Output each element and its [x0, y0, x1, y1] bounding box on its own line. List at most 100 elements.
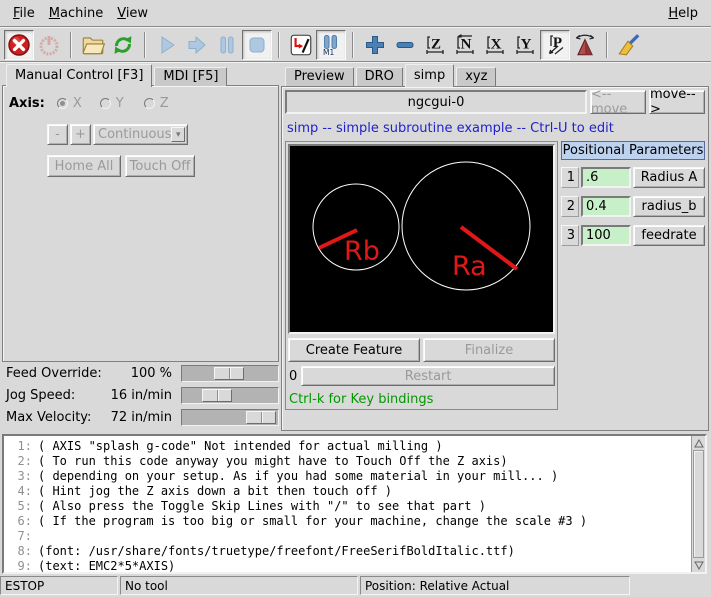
parameter-value-input[interactable]: .6	[581, 167, 631, 188]
gcode-text-area[interactable]: 1: ( AXIS "splash g-code" Not intended fo…	[2, 434, 707, 574]
line-number: 7:	[6, 529, 32, 544]
pause-button[interactable]	[212, 30, 242, 60]
menu-view[interactable]: View	[110, 3, 155, 24]
line-number: 2:	[6, 454, 32, 469]
parameter-number: 1	[561, 167, 579, 188]
axis-radio-y[interactable]: Y	[100, 96, 124, 111]
tab-simp[interactable]: simp	[405, 64, 454, 87]
parameter-name-button[interactable]: feedrate	[633, 225, 705, 246]
left-tabs: Manual Control [F3] MDI [F5]	[2, 63, 279, 86]
jog-plus-button[interactable]: +	[70, 124, 91, 145]
touch-off-button[interactable]: Touch Off	[125, 155, 195, 177]
parameter-name-button[interactable]: radius_b	[633, 196, 705, 217]
max-velocity-slider[interactable]	[181, 409, 279, 426]
gcode-line: 9:(text: EMC2*5*AXIS)	[6, 559, 705, 574]
max-velocity-row: Max Velocity: 72 in/min	[2, 407, 279, 429]
parameter-value-input[interactable]: 0.4	[581, 196, 631, 217]
open-file-button[interactable]	[78, 30, 108, 60]
axis-radio-z[interactable]: Z	[144, 96, 169, 111]
line-number: 1:	[6, 439, 32, 454]
line-number: 4:	[6, 484, 32, 499]
move-right-button[interactable]: move-->	[649, 90, 705, 114]
tab-dro[interactable]: DRO	[356, 67, 403, 86]
slider-thumb[interactable]	[214, 367, 244, 380]
toggle-skip-lines-button[interactable]	[286, 30, 316, 60]
axis-radio-x[interactable]: X	[57, 96, 82, 111]
preview-canvas[interactable]: Rb Ra	[288, 144, 555, 334]
reload-button[interactable]	[108, 30, 138, 60]
jog-speed-slider[interactable]	[181, 387, 279, 404]
parameters-header: Positional Parameters	[561, 141, 705, 160]
ngcgui-instance-field[interactable]: ngcgui-0	[285, 90, 587, 114]
machine-power-icon	[37, 33, 61, 57]
rotate-view-button[interactable]	[570, 30, 600, 60]
slider-thumb[interactable]	[202, 389, 232, 402]
view-x-button[interactable]: X	[480, 30, 510, 60]
finalize-button[interactable]: Finalize	[423, 338, 555, 362]
clear-backplot-button[interactable]	[614, 30, 644, 60]
jog-speed-row: Jog Speed: 16 in/min	[2, 385, 279, 407]
svg-text:Y: Y	[521, 36, 532, 52]
broom-icon	[616, 32, 642, 58]
scroll-up-arrow-icon[interactable]	[692, 436, 705, 450]
zoom-out-button[interactable]	[390, 30, 420, 60]
ngcgui-header: ngcgui-0 <--move move-->	[285, 90, 705, 114]
optional-pause-button[interactable]: M1	[316, 30, 346, 60]
tab-xyz[interactable]: xyz	[456, 67, 496, 86]
view-y-button[interactable]: Y	[510, 30, 540, 60]
scroll-down-arrow-icon[interactable]	[692, 558, 705, 572]
view-z-rotated-button[interactable]: N	[450, 30, 480, 60]
gcode-lines: 1: ( AXIS "splash g-code" Not intended fo…	[4, 436, 705, 574]
parameter-name-button[interactable]: Radius A	[633, 167, 705, 188]
restart-button[interactable]: Restart	[301, 366, 555, 386]
code-scrollbar[interactable]	[691, 436, 705, 572]
tab-preview[interactable]: Preview	[285, 67, 354, 86]
move-left-button[interactable]: <--move	[590, 90, 646, 114]
estop-button[interactable]	[4, 30, 34, 60]
manual-control-pane: Manual Control [F3] MDI [F5] Axis: X Y Z…	[2, 63, 279, 432]
menubar: File Machine View Help	[0, 0, 711, 26]
view-x-letter-icon: X	[483, 33, 507, 57]
axis-y-label: Y	[116, 96, 124, 111]
view-perspective-button[interactable]: P	[540, 30, 570, 60]
manual-control-content: Axis: X Y Z - + Continuous ▾ Home All	[2, 85, 279, 362]
radio-circle-icon	[100, 98, 111, 109]
create-feature-button[interactable]: Create Feature	[288, 338, 420, 362]
axis-x-label: X	[73, 96, 82, 111]
feature-buttons-row: Create Feature Finalize	[288, 338, 555, 362]
parameter-row: 1 .6 Radius A	[561, 167, 705, 188]
scrollbar-thumb[interactable]	[693, 450, 704, 558]
max-velocity-value: 72 in/min	[111, 410, 172, 425]
gcode-line: 4:( Hint jog the Z axis down a bit then …	[6, 484, 705, 499]
parameter-row: 2 0.4 radius_b	[561, 196, 705, 217]
feed-override-row: Feed Override: 100 %	[2, 363, 279, 385]
menu-help[interactable]: Help	[661, 3, 705, 24]
parameter-number: 3	[561, 225, 579, 246]
line-text: ( AXIS "splash g-code" Not intended for …	[38, 439, 443, 453]
zoom-in-button[interactable]	[360, 30, 390, 60]
tab-mdi[interactable]: MDI [F5]	[154, 67, 227, 86]
preview-pane: Preview DRO simp xyz ngcgui-0 <--move mo…	[281, 63, 709, 432]
run-button[interactable]	[152, 30, 182, 60]
feed-override-value: 100 %	[131, 366, 172, 381]
feed-override-slider[interactable]	[181, 365, 279, 382]
step-button[interactable]	[182, 30, 212, 60]
jog-mode-dropdown[interactable]: Continuous ▾	[93, 124, 188, 145]
slider-thumb[interactable]	[246, 411, 276, 424]
sliders-section: Feed Override: 100 % Jog Speed: 16 in/mi…	[2, 363, 279, 429]
tab-manual-control[interactable]: Manual Control [F3]	[6, 64, 152, 87]
menu-machine[interactable]: Machine	[42, 3, 110, 24]
status-tool: No tool	[120, 576, 358, 595]
gcode-line: 5:( Also press the Toggle Skip Lines wit…	[6, 499, 705, 514]
machine-power-button[interactable]	[34, 30, 64, 60]
menu-file[interactable]: File	[6, 3, 42, 24]
home-all-button[interactable]: Home All	[47, 155, 121, 177]
estop-icon	[7, 33, 31, 57]
stop-button[interactable]	[242, 30, 272, 60]
gcode-line: 2:( To run this code anyway you might ha…	[6, 454, 705, 469]
parameter-value-input[interactable]: 100	[581, 225, 631, 246]
pause-icon	[215, 33, 239, 57]
axis-label: Axis:	[9, 96, 45, 111]
jog-minus-button[interactable]: -	[47, 124, 68, 145]
view-z-button[interactable]: Z	[420, 30, 450, 60]
